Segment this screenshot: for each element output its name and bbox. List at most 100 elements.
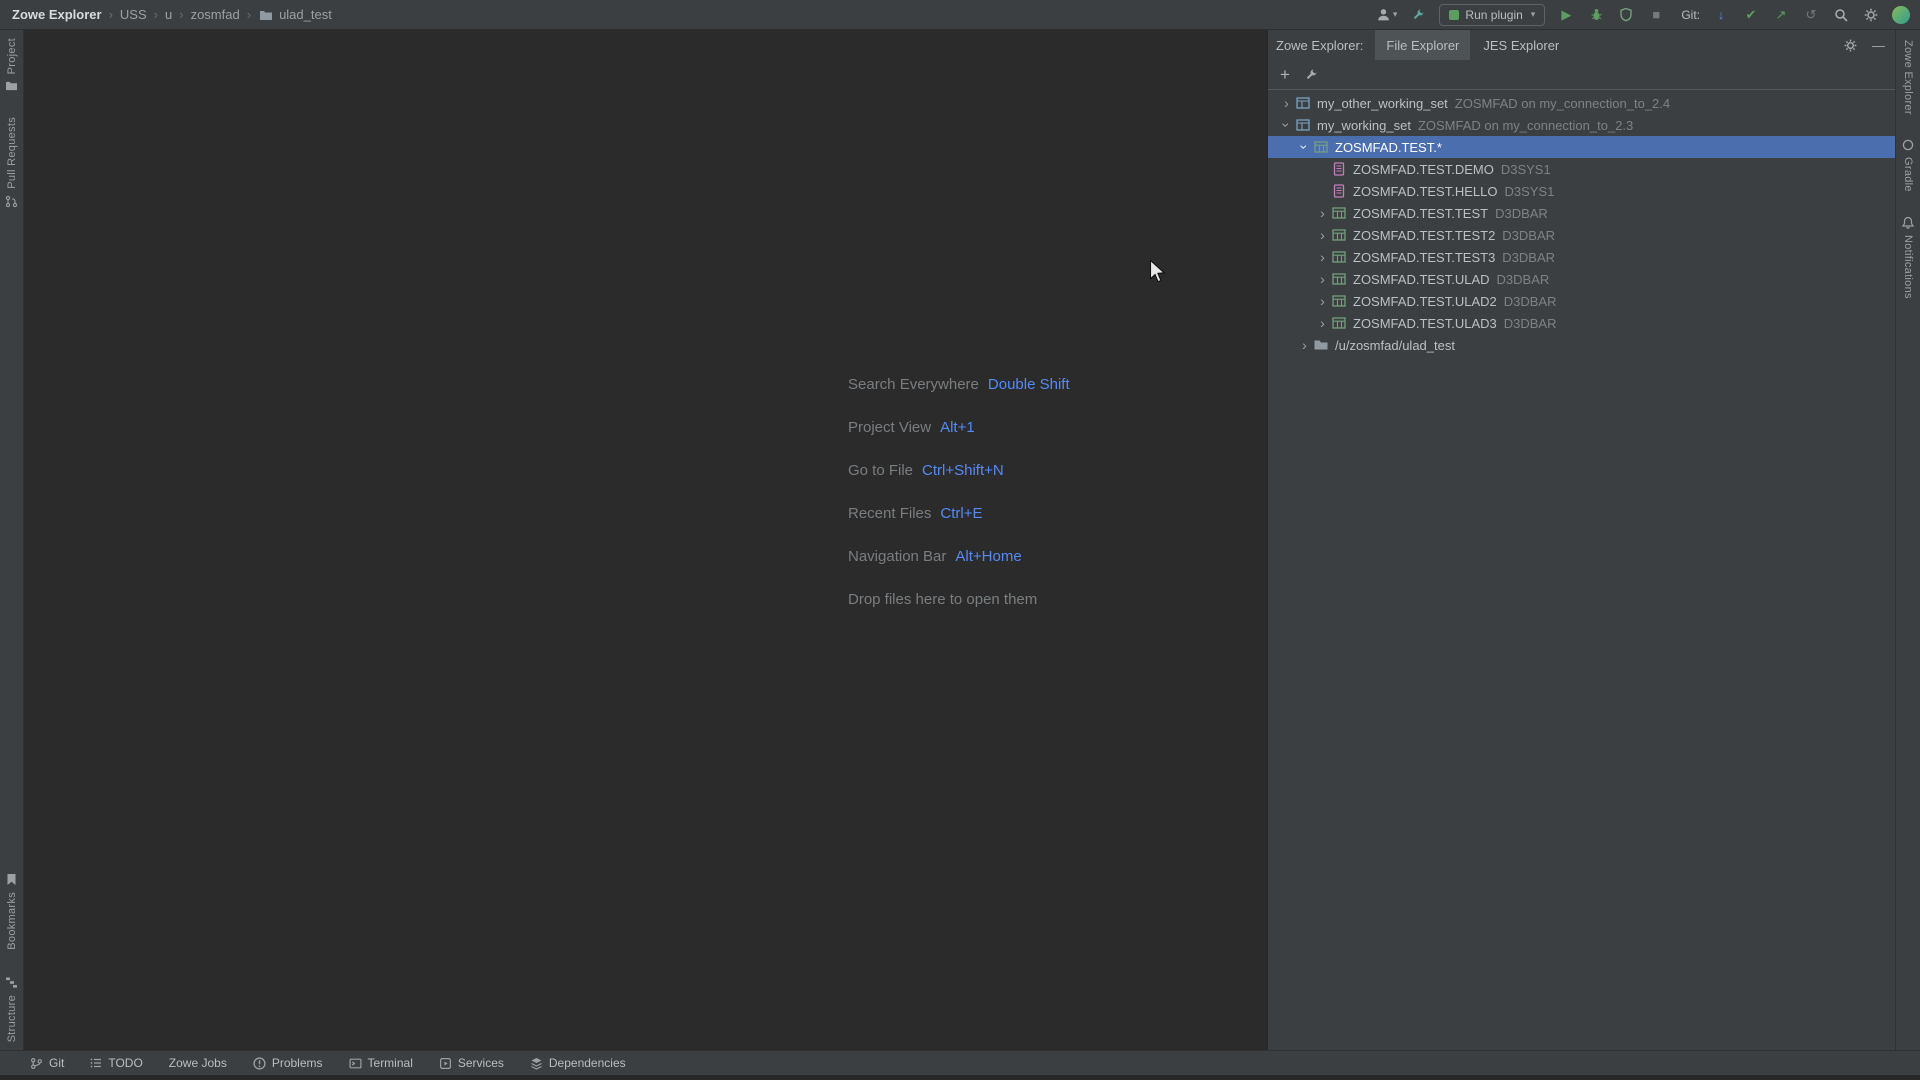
toolwindow-button-todo[interactable]: TODO [90, 1056, 142, 1070]
debug-button[interactable] [1587, 5, 1605, 25]
add-icon[interactable]: + [1280, 66, 1290, 83]
stripe-button-label: Bookmarks [6, 892, 18, 950]
tree-row[interactable]: ›ZOSMFAD.TEST.TEST2D3DBAR [1268, 224, 1895, 246]
stripe-button-structure[interactable]: Structure [5, 976, 18, 1042]
breadcrumb-separator-icon [177, 7, 185, 22]
chevron-right-icon[interactable]: › [1296, 338, 1313, 352]
toolwindow-button-zowe-jobs[interactable]: Zowe Jobs [169, 1056, 227, 1070]
stripe-button-notifications[interactable]: Notifications [1902, 216, 1914, 299]
toolwindow-button-dependencies[interactable]: Dependencies [530, 1056, 626, 1070]
stripe-button-label: Zowe Explorer [1902, 40, 1914, 115]
tree-row[interactable]: › ZOSMFAD.TEST.* [1268, 136, 1895, 158]
terminal-icon [349, 1057, 362, 1070]
tree-item-detail: D3DBAR [1497, 272, 1550, 287]
stripe-button-project[interactable]: Project [5, 38, 18, 91]
commit-button[interactable]: ✔ [1742, 5, 1760, 25]
chevron-right-icon[interactable]: › [1314, 206, 1331, 220]
wrench-icon[interactable] [1302, 65, 1320, 85]
stripe-button-bookmarks[interactable]: Bookmarks [6, 873, 18, 950]
dependencies-icon [530, 1057, 543, 1070]
tree-row[interactable]: ›my_other_working_setZOSMFAD on my_conne… [1268, 92, 1895, 114]
chevron-right-icon[interactable]: › [1278, 96, 1295, 110]
run-config-label: Run plugin [1465, 8, 1522, 22]
tool-window-header: Zowe Explorer: File ExplorerJES Explorer… [1268, 30, 1895, 60]
stripe-button-zowe-explorer[interactable]: Zowe Explorer [1902, 40, 1914, 115]
minimize-icon[interactable]: — [1872, 38, 1885, 53]
tree-row[interactable]: ›ZOSMFAD.TEST.ULAD2D3DBAR [1268, 290, 1895, 312]
breadcrumb-item[interactable]: zosmfad [189, 7, 242, 22]
toolwindow-button-label: TODO [108, 1056, 142, 1070]
member-icon [1331, 183, 1347, 199]
hint-label: Go to File [848, 462, 913, 479]
tree-row[interactable]: ZOSMFAD.TEST.HELLOD3SYS1 [1268, 180, 1895, 202]
run-configuration-dropdown[interactable]: Run plugin ▾ [1439, 4, 1545, 26]
dataset-icon [1331, 205, 1347, 221]
chevron-right-icon[interactable]: › [1314, 228, 1331, 242]
tree-row[interactable]: ›ZOSMFAD.TEST.ULADD3DBAR [1268, 268, 1895, 290]
toolwindow-button-services[interactable]: Services [439, 1056, 504, 1070]
search-button[interactable] [1832, 5, 1850, 25]
stripe-button-label: Notifications [1902, 235, 1914, 299]
dataset-icon [1331, 315, 1347, 331]
file-tree: ›my_other_working_setZOSMFAD on my_conne… [1268, 90, 1895, 1050]
breadcrumb-item[interactable]: USS [118, 7, 149, 22]
tree-row[interactable]: ›my_working_setZOSMFAD on my_connection_… [1268, 114, 1895, 136]
gradle-icon [1902, 139, 1914, 151]
tree-row[interactable]: › ZOSMFAD.TEST.TEST D3DBAR [1268, 202, 1895, 224]
coverage-button[interactable] [1617, 5, 1635, 25]
toolwindow-button-label: Zowe Jobs [169, 1056, 227, 1070]
tree-row[interactable]: ›ZOSMFAD.TEST.TEST3D3DBAR [1268, 246, 1895, 268]
stop-button[interactable]: ■ [1647, 5, 1665, 25]
structure-icon [5, 976, 18, 989]
stripe-button-gradle[interactable]: Gradle [1902, 139, 1914, 192]
tree-item-detail: D3DBAR [1504, 294, 1557, 309]
dataset-icon [1331, 293, 1347, 309]
tree-row[interactable]: ›ZOSMFAD.TEST.ULAD3D3DBAR [1268, 312, 1895, 334]
run-button[interactable]: ▶ [1557, 5, 1575, 25]
toolwindow-button-problems[interactable]: Problems [253, 1056, 323, 1070]
hint-row: Search EverywhereDouble Shift [848, 373, 1070, 395]
gear-icon[interactable] [1841, 35, 1859, 55]
push-button[interactable]: ↗ [1772, 5, 1790, 25]
chevron-down-icon[interactable]: › [1280, 117, 1294, 134]
update-project-button[interactable]: ↓ [1712, 5, 1730, 25]
avatar[interactable] [1892, 6, 1910, 24]
breadcrumb-item[interactable]: Zowe Explorer [10, 7, 104, 22]
chevron-down-icon: ▾ [1393, 10, 1398, 19]
editor-area: Search EverywhereDouble ShiftProject Vie… [24, 30, 1267, 1050]
tree-row[interactable]: › /u/zosmfad/ulad_test [1268, 334, 1895, 356]
tree-row[interactable]: ZOSMFAD.TEST.DEMOD3SYS1 [1268, 158, 1895, 180]
chevron-right-icon[interactable]: › [1314, 294, 1331, 308]
history-button[interactable]: ↺ [1802, 5, 1820, 25]
tree-item-label: ZOSMFAD.TEST.* [1335, 140, 1442, 155]
tool-window-header-actions: — [1841, 35, 1885, 55]
tree-item-detail: D3SYS1 [1501, 162, 1551, 177]
chevron-right-icon[interactable]: › [1314, 316, 1331, 330]
main-area: ProjectPull Requests BookmarksStructure … [0, 30, 1920, 1050]
tree-item-label: ZOSMFAD.TEST.ULAD3 [1353, 316, 1497, 331]
breadcrumb-item[interactable]: ulad_test [277, 7, 334, 22]
toolwindow-button-label: Dependencies [549, 1056, 626, 1070]
toolwindow-button-git[interactable]: Git [30, 1056, 64, 1070]
tab-jes-explorer[interactable]: JES Explorer [1472, 30, 1570, 60]
tree-item-label: /u/zosmfad/ulad_test [1335, 338, 1455, 353]
breadcrumb-item[interactable]: u [163, 7, 174, 22]
settings-gear-icon[interactable] [1862, 5, 1880, 25]
chevron-right-icon[interactable]: › [1314, 250, 1331, 264]
tree-item-detail: D3DBAR [1502, 228, 1555, 243]
chevron-down-icon[interactable]: › [1298, 139, 1312, 156]
stripe-button-pull-requests[interactable]: Pull Requests [5, 117, 18, 208]
hint-row: Go to FileCtrl+Shift+N [848, 459, 1070, 481]
dataset-icon [1331, 227, 1347, 243]
tree-item-detail: D3DBAR [1495, 206, 1548, 221]
chevron-right-icon[interactable]: › [1314, 272, 1331, 286]
toolwindow-button-terminal[interactable]: Terminal [349, 1056, 413, 1070]
user-icon[interactable]: ▾ [1376, 5, 1398, 25]
build-hammer-icon[interactable] [1409, 5, 1427, 25]
tree-item-label: ZOSMFAD.TEST.TEST [1353, 206, 1488, 221]
tab-file-explorer[interactable]: File Explorer [1375, 30, 1470, 60]
main-toolbar: Zowe Explorer USS u zosmfad ulad_test ▾ Run … [0, 0, 1920, 30]
ide-window: Zowe Explorer USS u zosmfad ulad_test ▾ Run … [0, 0, 1920, 1080]
folder-icon [259, 9, 273, 21]
git-label: Git: [1681, 8, 1700, 22]
